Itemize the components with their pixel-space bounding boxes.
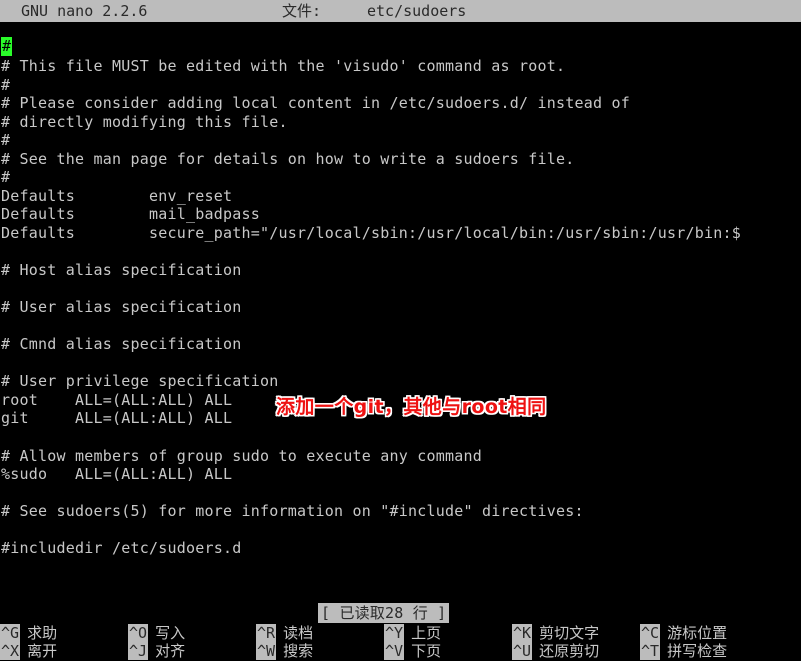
shortcut-help-bar: ^G 求助 ^O 写入 ^R 读档 ^Y 上页 ^K 剪切文字 ^C 游标位置 ^X 离开 ^J 对齐 ^W 搜… <box>0 624 801 661</box>
editor-line: # Host alias specification <box>1 261 242 280</box>
shortcut-label: 读档 <box>283 624 314 642</box>
editor-line: # This file MUST be edited with the 'vis… <box>1 57 566 75</box>
shortcut-label: 对齐 <box>155 642 186 660</box>
shortcut-ctrl-y[interactable]: ^Y 上页 <box>384 624 441 642</box>
editor-line: # <box>1 131 11 150</box>
shortcut-ctrl-t[interactable]: ^T 拼写检查 <box>640 642 727 660</box>
editor-line: # User privilege specification <box>1 372 279 391</box>
editor-line: # See the man page for details on how to… <box>1 149 575 168</box>
editor-line: # <box>1 168 11 187</box>
editor-line: root ALL=(ALL:ALL) ALL <box>1 390 233 409</box>
shortcut-label: 求助 <box>27 624 58 642</box>
editor-line: #includedir /etc/sudoers.d <box>1 539 242 558</box>
shortcut-key: ^O <box>128 624 149 642</box>
editor-line: git ALL=(ALL:ALL) ALL <box>1 409 233 428</box>
shortcut-key: ^T <box>640 642 661 660</box>
shortcut-ctrl-x[interactable]: ^X 离开 <box>0 642 57 660</box>
shortcut-ctrl-o[interactable]: ^O 写入 <box>128 624 185 642</box>
status-message: [ 已读取28 行 ] <box>318 603 450 623</box>
shortcut-ctrl-k[interactable]: ^K 剪切文字 <box>512 624 599 642</box>
file-label: 文件: <box>282 2 322 20</box>
shortcut-label: 写入 <box>155 624 186 642</box>
shortcut-ctrl-j[interactable]: ^J 对齐 <box>128 642 185 660</box>
editor-line: # See sudoers(5) for more information on… <box>1 502 584 521</box>
shortcut-key: ^W <box>256 642 277 660</box>
editor-line: # Please consider adding local content i… <box>1 94 631 113</box>
shortcut-ctrl-c[interactable]: ^C 游标位置 <box>640 624 727 642</box>
shortcut-key: ^R <box>256 624 277 642</box>
shortcut-key: ^V <box>384 642 405 660</box>
app-version-label: GNU nano 2.2.6 <box>21 2 148 20</box>
shortcut-label: 离开 <box>27 642 58 660</box>
shortcut-key: ^X <box>0 642 21 660</box>
shortcut-row-2: ^X 离开 ^J 对齐 ^W 搜索 ^V 下页 ^U 还原剪切 ^T 拼写检查 <box>0 642 801 660</box>
terminal-window: GNU nano 2.2.6 文件: etc/sudoers # This fi… <box>0 0 801 661</box>
shortcut-label: 搜索 <box>283 642 314 660</box>
shortcut-label: 上页 <box>411 624 442 642</box>
red-annotation-note: 添加一个git，其他与root相同 <box>276 396 547 418</box>
shortcut-key: ^J <box>128 642 149 660</box>
editor-line: Defaults mail_badpass <box>1 205 261 224</box>
shortcut-key: ^G <box>0 624 21 642</box>
shortcut-label: 拼写检查 <box>667 642 728 660</box>
shortcut-ctrl-v[interactable]: ^V 下页 <box>384 642 441 660</box>
shortcut-key: ^C <box>640 624 661 642</box>
shortcut-label: 剪切文字 <box>539 624 600 642</box>
text-cursor: # <box>1 37 12 56</box>
shortcut-key: ^K <box>512 624 533 642</box>
shortcut-key: ^U <box>512 642 533 660</box>
editor-line: # User alias specification <box>1 298 242 317</box>
shortcut-label: 游标位置 <box>667 624 728 642</box>
shortcut-ctrl-r[interactable]: ^R 读档 <box>256 624 313 642</box>
editor-line: # directly modifying this file. <box>1 112 288 131</box>
nano-title-bar: GNU nano 2.2.6 文件: etc/sudoers <box>0 0 801 22</box>
editor-text-area[interactable]: # This file MUST be edited with the 'vis… <box>0 30 801 595</box>
shortcut-ctrl-u[interactable]: ^U 还原剪切 <box>512 642 599 660</box>
editor-line: Defaults secure_path="/usr/local/sbin:/u… <box>1 223 742 242</box>
shortcut-label: 下页 <box>411 642 442 660</box>
shortcut-ctrl-w[interactable]: ^W 搜索 <box>256 642 313 660</box>
editor-line: %sudo ALL=(ALL:ALL) ALL <box>1 465 233 484</box>
editor-line: # Allow members of group sudo to execute… <box>1 446 483 465</box>
shortcut-row-1: ^G 求助 ^O 写入 ^R 读档 ^Y 上页 ^K 剪切文字 ^C 游标位置 <box>0 624 801 642</box>
editor-line: Defaults env_reset <box>1 186 233 205</box>
editor-line: # Cmnd alias specification <box>1 335 242 354</box>
shortcut-ctrl-g[interactable]: ^G 求助 <box>0 624 57 642</box>
shortcut-key: ^Y <box>384 624 405 642</box>
filename-label: etc/sudoers <box>367 2 467 20</box>
editor-line: # <box>1 75 11 94</box>
shortcut-label: 还原剪切 <box>539 642 600 660</box>
